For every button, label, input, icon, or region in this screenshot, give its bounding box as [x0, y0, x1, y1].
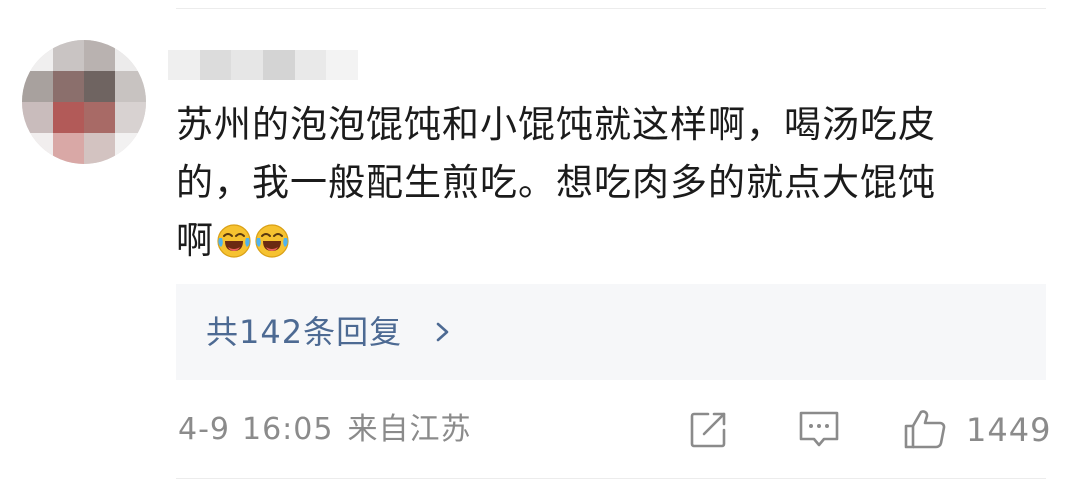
comment-line-1: 苏州的泡泡馄饨和小馄饨就这样啊，喝汤吃皮 — [176, 103, 936, 146]
comment-line-2: 的，我一般配生煎吃。想吃肉多的就点大馄饨 — [176, 161, 936, 204]
comment-icon[interactable] — [796, 406, 842, 452]
comment-meta: 4-9 16:05 来自江苏 — [178, 410, 471, 450]
comment-line-3: 啊 — [176, 219, 214, 262]
chevron-right-icon — [436, 322, 449, 342]
replies-count-label: 共142条回复 — [206, 313, 403, 351]
comment-text: 苏州的泡泡馄饨和小馄饨就这样啊，喝汤吃皮 的，我一般配生煎吃。想吃肉多的就点大馄饨… — [176, 96, 1046, 270]
bottom-divider — [176, 478, 1046, 479]
laugh-cry-emoji — [255, 224, 289, 258]
avatar[interactable] — [22, 40, 146, 164]
share-icon[interactable] — [686, 406, 732, 452]
thumbs-up-icon[interactable] — [902, 406, 948, 452]
top-divider — [176, 8, 1046, 9]
username-blurred[interactable] — [168, 50, 359, 80]
like-count: 1449 — [966, 411, 1052, 449]
comment-location: 来自江苏 — [347, 412, 472, 447]
comment-time: 16:05 — [242, 412, 334, 447]
view-replies-button[interactable]: 共142条回复 — [176, 284, 1046, 380]
laugh-cry-emoji — [217, 224, 251, 258]
comment-date: 4-9 — [178, 412, 230, 447]
